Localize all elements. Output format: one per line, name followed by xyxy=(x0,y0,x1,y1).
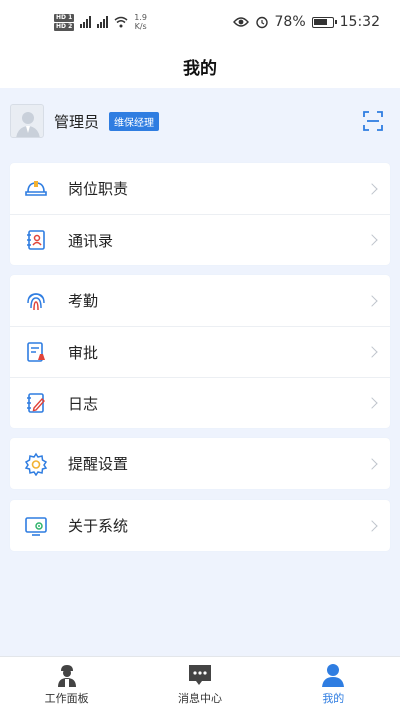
battery-icon xyxy=(311,16,337,28)
log-edit-icon xyxy=(24,391,48,415)
bottom-tab-bar: 工作面板 消息中心 我的 xyxy=(0,656,400,711)
chevron-right-icon xyxy=(366,457,378,470)
menu-item-log[interactable]: 日志 xyxy=(10,377,390,428)
menu-label-log: 日志 xyxy=(68,394,99,413)
menu-item-reminder-settings[interactable]: 提醒设置 xyxy=(10,438,390,489)
contacts-icon xyxy=(24,228,48,252)
tab-work-panel[interactable]: 工作面板 xyxy=(0,657,133,711)
menu-item-contacts[interactable]: 通讯录 xyxy=(10,214,390,265)
chevron-right-icon xyxy=(366,234,378,246)
menu-label-duties: 岗位职责 xyxy=(68,180,129,198)
hd-indicator: HD 1 HD 2 xyxy=(54,13,75,31)
tab-label-work-panel: 工作面板 xyxy=(44,692,89,705)
tab-message-center[interactable]: 消息中心 xyxy=(133,657,266,711)
net-speed: 1.9 K/s xyxy=(134,13,147,31)
menu-item-about-system[interactable]: 关于系统 xyxy=(10,500,390,551)
menu-card-about: 关于系统 xyxy=(10,500,390,551)
menu-card-work: 考勤 审批 日志 xyxy=(10,275,390,428)
role-badge: 维保经理 xyxy=(109,111,160,131)
signal-icon xyxy=(80,16,92,28)
user-icon xyxy=(322,664,345,687)
net-speed-value: 1.9 xyxy=(134,13,147,22)
scan-icon[interactable] xyxy=(362,110,384,132)
menu-label-approval: 审批 xyxy=(68,343,99,362)
status-left: HD 1 HD 2 1.9 K/s xyxy=(54,13,147,31)
worker-icon xyxy=(57,665,76,687)
menu-label-attendance: 考勤 xyxy=(68,292,99,310)
net-speed-unit: K/s xyxy=(134,22,147,31)
menu-card-duties: 岗位职责 通讯录 xyxy=(10,163,390,265)
clock-time: 15:32 xyxy=(339,14,380,30)
profile-section: 管理员 维保经理 xyxy=(0,88,400,154)
gear-icon xyxy=(24,452,48,476)
menu-item-attendance[interactable]: 考勤 xyxy=(10,275,390,326)
alarm-icon xyxy=(255,16,268,29)
status-right: 78% 15:32 xyxy=(232,14,380,30)
tab-label-message-center: 消息中心 xyxy=(177,692,222,705)
approval-icon xyxy=(24,340,48,364)
avatar[interactable] xyxy=(10,104,44,138)
helmet-icon xyxy=(24,177,48,201)
status-bar: HD 1 HD 2 1.9 K/s 78% 15:32 xyxy=(0,0,400,44)
menu-item-duties[interactable]: 岗位职责 xyxy=(10,163,390,214)
user-name: 管理员 xyxy=(54,112,100,131)
menu-item-approval[interactable]: 审批 xyxy=(10,326,390,377)
chevron-right-icon xyxy=(366,397,378,409)
page-header: 我的 xyxy=(0,44,400,88)
tab-mine[interactable]: 我的 xyxy=(267,657,400,711)
eye-icon xyxy=(232,17,249,27)
signal-icon-2 xyxy=(97,16,109,28)
menu-label-contacts: 通讯录 xyxy=(68,231,114,250)
menu-label-reminder-settings: 提醒设置 xyxy=(68,455,129,473)
chevron-right-icon xyxy=(366,294,378,307)
system-monitor-icon xyxy=(24,514,48,538)
chevron-right-icon xyxy=(366,346,378,358)
menu-label-about-system: 关于系统 xyxy=(68,517,129,535)
avatar-placeholder-icon xyxy=(16,112,40,137)
message-icon xyxy=(188,665,211,685)
battery-percent: 78% xyxy=(274,14,306,30)
chevron-right-icon xyxy=(366,182,378,195)
chevron-right-icon xyxy=(366,519,378,532)
page-title: 我的 xyxy=(183,58,217,79)
fingerprint-icon xyxy=(24,289,48,313)
wifi-icon xyxy=(114,16,128,28)
menu-card-reminder: 提醒设置 xyxy=(10,438,390,489)
tab-label-mine: 我的 xyxy=(322,692,345,705)
